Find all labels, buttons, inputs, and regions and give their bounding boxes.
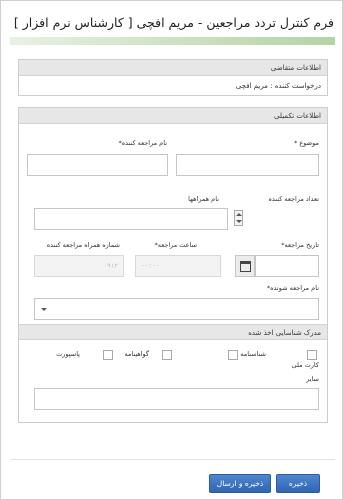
companion-phone-placeholder: ۰۹۱۲: [103, 262, 118, 270]
chevron-down-icon: [41, 308, 47, 311]
applicant-panel-heading: اطلاعات متقاضی: [19, 60, 327, 76]
subject-input[interactable]: [176, 154, 319, 176]
calendar-icon: [240, 261, 251, 272]
id-section-heading: مدرک شناسایی اخذ شده: [19, 324, 327, 340]
details-panel-heading: اطلاعات تکمیلی: [19, 108, 327, 124]
companion-names-label: نام همراهها: [188, 195, 219, 203]
visitor-count-stepper[interactable]: [234, 210, 243, 226]
birth-certificate-label: شناسنامه: [240, 350, 266, 358]
other-label: سایر: [306, 375, 319, 383]
visit-date-input[interactable]: [255, 255, 319, 277]
visit-date-label: تاریخ مراجعه*: [281, 241, 319, 249]
visit-time-input[interactable]: --:--: [135, 255, 221, 277]
stepper-up-icon[interactable]: [236, 213, 242, 216]
other-input[interactable]: [34, 388, 319, 410]
national-card-label: کارت ملی: [291, 361, 319, 369]
companion-phone-input[interactable]: ۰۹۱۲: [34, 255, 124, 277]
visit-time-label: ساعت مراجعه*: [154, 241, 197, 249]
passport-label: پاسپورت: [56, 350, 80, 358]
host-name-label: نام مراجعه شونده*: [266, 284, 319, 292]
host-name-select[interactable]: [34, 298, 319, 320]
details-panel: اطلاعات تکمیلی موضوع * نام مراجعه کننده*…: [18, 107, 328, 423]
visitor-name-label: نام مراجعه کننده*: [118, 139, 167, 147]
companion-phone-label: شماره همراه مراجعه کننده: [46, 241, 120, 249]
checkbox-driving-license[interactable]: [162, 350, 172, 360]
checkbox-birth-certificate[interactable]: [228, 350, 238, 360]
save-send-button[interactable]: ذخیره و ارسال: [209, 474, 271, 493]
title-accent-bar: [10, 37, 335, 45]
subject-label: موضوع *: [294, 139, 319, 147]
companion-names-input[interactable]: [34, 208, 228, 230]
checkbox-national-card[interactable]: [307, 350, 317, 360]
calendar-button[interactable]: [235, 255, 255, 277]
requester-line: درخواست کننده : مریم افچی: [235, 82, 321, 90]
visit-time-placeholder: --:--: [141, 262, 160, 270]
visitor-count-label: تعداد مراجعه کننده: [268, 195, 319, 203]
visitor-name-input[interactable]: [27, 154, 168, 176]
page-title: فرم کنترل تردد مراجعین - مریم افچی [ کار…: [13, 15, 334, 30]
form-window: فرم کنترل تردد مراجعین - مریم افچی [ کار…: [0, 0, 343, 500]
save-button[interactable]: ذخیره: [276, 474, 320, 493]
stepper-down-icon[interactable]: [236, 220, 242, 223]
checkbox-passport[interactable]: [103, 350, 113, 360]
applicant-panel: اطلاعات متقاضی درخواست کننده : مریم افچی: [18, 59, 328, 96]
footer-divider: [10, 459, 335, 460]
driving-license-label: گواهینامه: [124, 350, 149, 358]
